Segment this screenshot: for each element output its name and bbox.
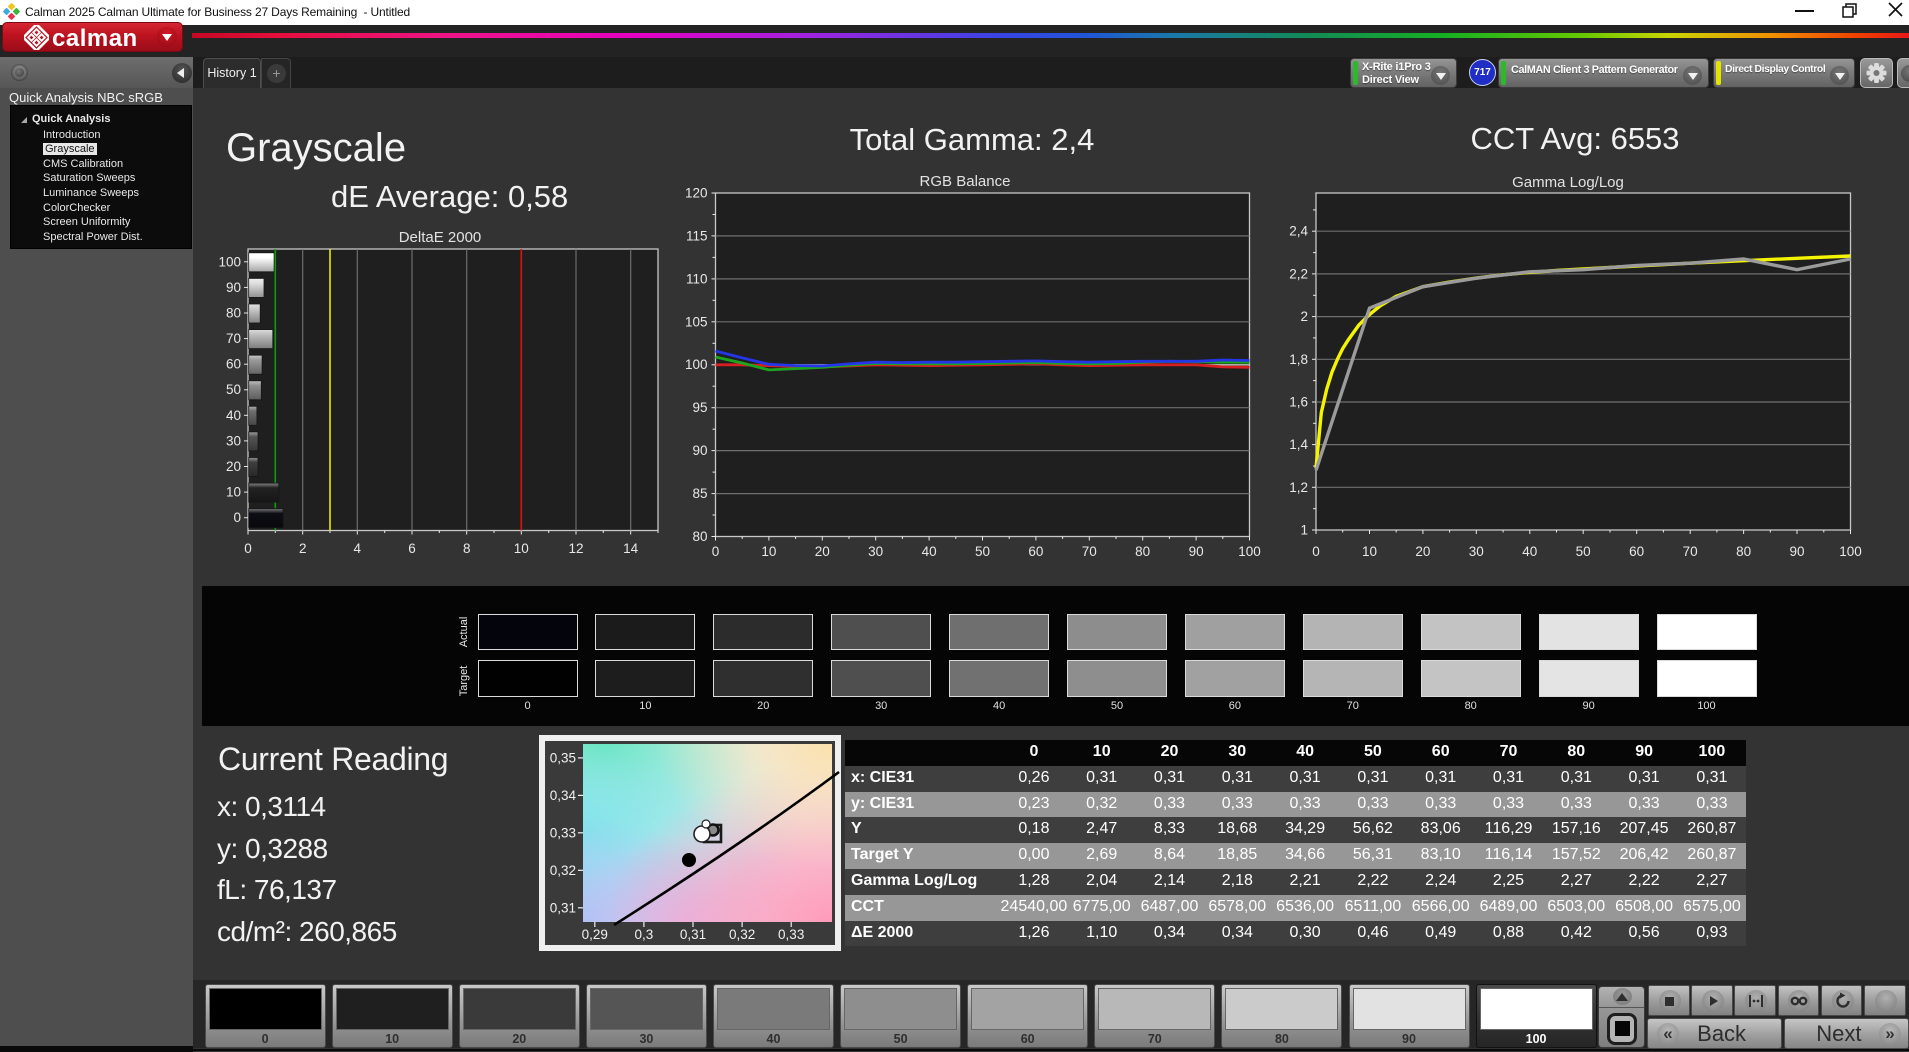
svg-text:50: 50 — [226, 382, 241, 397]
svg-text:0,32: 0,32 — [729, 927, 755, 942]
svg-text:20: 20 — [226, 459, 241, 474]
svg-text:70: 70 — [1683, 544, 1698, 559]
svg-text:1,8: 1,8 — [1289, 352, 1308, 367]
svg-text:1,4: 1,4 — [1289, 437, 1308, 452]
svg-text:90: 90 — [226, 280, 241, 295]
svg-text:120: 120 — [685, 186, 708, 201]
svg-text:1: 1 — [1300, 523, 1308, 538]
svg-text:0,3: 0,3 — [635, 927, 654, 942]
svg-text:0,29: 0,29 — [582, 927, 608, 942]
svg-text:60: 60 — [226, 357, 241, 372]
svg-text:1,6: 1,6 — [1289, 395, 1308, 410]
svg-text:0,33: 0,33 — [778, 927, 804, 942]
svg-text:85: 85 — [692, 486, 707, 501]
svg-text:2: 2 — [299, 541, 307, 556]
svg-text:40: 40 — [922, 544, 937, 559]
svg-text:100: 100 — [1839, 544, 1862, 559]
svg-text:0: 0 — [712, 544, 720, 559]
svg-text:50: 50 — [1576, 544, 1591, 559]
svg-text:105: 105 — [685, 314, 708, 329]
svg-text:8: 8 — [463, 541, 471, 556]
svg-text:0: 0 — [244, 541, 252, 556]
svg-text:100: 100 — [1238, 544, 1261, 559]
svg-text:40: 40 — [1522, 544, 1537, 559]
svg-text:0,34: 0,34 — [550, 788, 577, 803]
svg-text:10: 10 — [1362, 544, 1377, 559]
svg-text:60: 60 — [1028, 544, 1043, 559]
svg-text:0: 0 — [1312, 544, 1320, 559]
svg-text:2,2: 2,2 — [1289, 266, 1308, 281]
svg-text:80: 80 — [226, 306, 241, 321]
svg-text:0,35: 0,35 — [550, 750, 576, 765]
svg-text:30: 30 — [226, 433, 241, 448]
svg-text:60: 60 — [1629, 544, 1644, 559]
svg-text:1,2: 1,2 — [1289, 480, 1308, 495]
svg-text:90: 90 — [1789, 544, 1804, 559]
svg-text:90: 90 — [1189, 544, 1204, 559]
svg-text:2,4: 2,4 — [1289, 224, 1308, 239]
svg-text:80: 80 — [1135, 544, 1150, 559]
svg-text:90: 90 — [692, 443, 707, 458]
svg-text:12: 12 — [568, 541, 583, 556]
svg-text:20: 20 — [815, 544, 830, 559]
svg-text:0,31: 0,31 — [680, 927, 706, 942]
svg-text:10: 10 — [226, 485, 241, 500]
svg-text:95: 95 — [692, 400, 707, 415]
svg-text:100: 100 — [685, 357, 708, 372]
svg-text:20: 20 — [1415, 544, 1430, 559]
svg-text:80: 80 — [1736, 544, 1751, 559]
svg-text:30: 30 — [868, 544, 883, 559]
svg-text:0,32: 0,32 — [550, 863, 576, 878]
svg-text:10: 10 — [514, 541, 529, 556]
svg-text:80: 80 — [692, 529, 707, 544]
svg-text:2: 2 — [1300, 309, 1308, 324]
svg-text:0,33: 0,33 — [550, 825, 576, 840]
svg-text:6: 6 — [408, 541, 416, 556]
svg-text:4: 4 — [354, 541, 362, 556]
svg-text:0,31: 0,31 — [550, 900, 576, 915]
svg-text:70: 70 — [226, 331, 241, 346]
svg-text:10: 10 — [761, 544, 776, 559]
svg-text:100: 100 — [218, 254, 241, 269]
svg-text:50: 50 — [975, 544, 990, 559]
svg-text:70: 70 — [1082, 544, 1097, 559]
svg-text:14: 14 — [623, 541, 639, 556]
svg-text:30: 30 — [1469, 544, 1484, 559]
svg-text:40: 40 — [226, 408, 241, 423]
svg-text:110: 110 — [686, 271, 708, 286]
svg-text:0: 0 — [233, 510, 241, 525]
svg-text:115: 115 — [686, 228, 708, 243]
